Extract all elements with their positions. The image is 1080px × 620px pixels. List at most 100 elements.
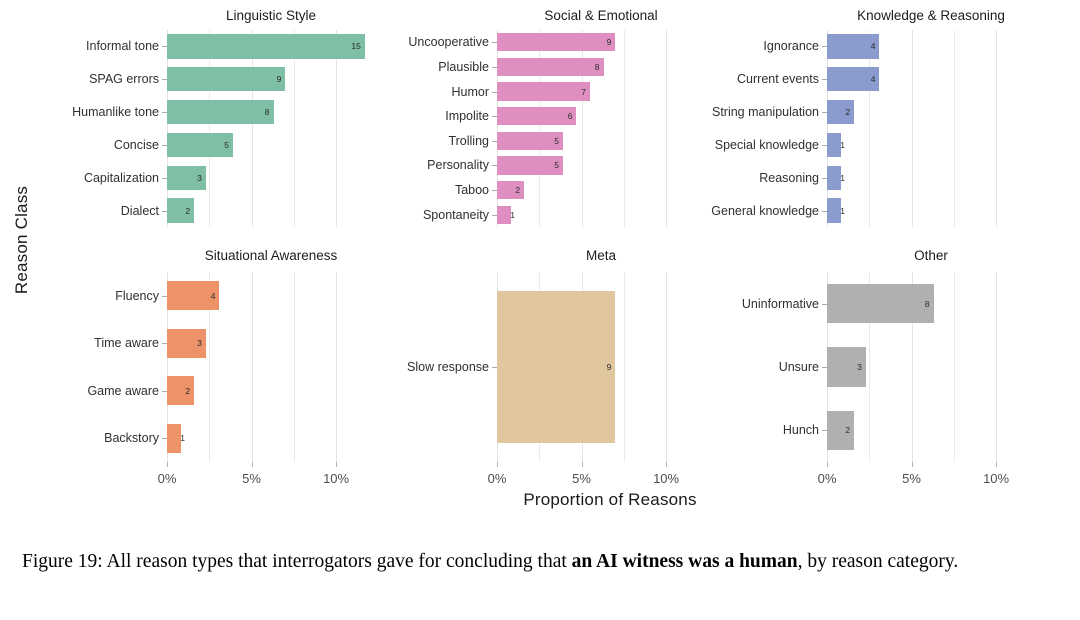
category-label: Impolite bbox=[445, 109, 489, 124]
x-tick-mark bbox=[911, 462, 913, 467]
category-label: Ignorance bbox=[763, 39, 819, 54]
bar-value-label: 2 bbox=[185, 205, 191, 216]
category-label: Fluency bbox=[115, 288, 159, 303]
category-label: Plausible bbox=[438, 59, 489, 74]
category-label: Hunch bbox=[782, 423, 819, 438]
x-tick-mark bbox=[666, 462, 668, 467]
bar-row bbox=[827, 284, 1035, 324]
bar-value-label: 1 bbox=[840, 139, 845, 150]
x-tick-label: 10% bbox=[983, 471, 1010, 486]
y-tick-mark bbox=[822, 144, 827, 146]
bar-value-label: 1 bbox=[180, 433, 185, 444]
panel-title: Situational Awareness bbox=[204, 248, 338, 263]
y-tick-mark bbox=[822, 210, 827, 212]
plot-area: 8 Uninformative 3 Unsure 2 Hunch 0% 5% 10% bbox=[742, 272, 1035, 486]
y-tick-mark bbox=[492, 140, 497, 142]
y-tick-mark bbox=[822, 46, 827, 48]
x-tick-label: 0% bbox=[487, 471, 507, 486]
category-label: Informal tone bbox=[86, 39, 159, 54]
category-label: Concise bbox=[113, 137, 159, 152]
y-tick-mark bbox=[822, 177, 827, 179]
panel-title: Knowledge & Reasoning bbox=[857, 8, 1005, 23]
caption-suffix: , by reason category. bbox=[797, 551, 959, 572]
bar-value-label: 2 bbox=[515, 185, 521, 196]
bar-value-label: 8 bbox=[924, 298, 930, 309]
caption-bold: an AI witness was a human bbox=[571, 551, 798, 572]
bar-row bbox=[827, 410, 1035, 450]
category-label: Current events bbox=[737, 72, 819, 87]
category-label: Uncooperative bbox=[408, 35, 489, 50]
bar-value-label: 1 bbox=[840, 172, 845, 183]
bar-value-label: 3 bbox=[197, 172, 202, 183]
bar-value-label: 7 bbox=[581, 86, 586, 97]
panel-title: Other bbox=[914, 248, 948, 263]
panel-title: Linguistic Style bbox=[225, 8, 317, 23]
plot-area: 4 Fluency 3 Time aware 2 Game aware 1 Backstory… bbox=[87, 272, 375, 486]
category-label: Dialect bbox=[120, 203, 159, 218]
bar-row bbox=[827, 99, 1035, 125]
category-label: Game aware bbox=[87, 383, 159, 398]
y-tick-mark bbox=[822, 79, 827, 81]
bar-value-label: 3 bbox=[197, 338, 202, 349]
category-label: Humor bbox=[451, 84, 489, 99]
plot-area: 9 Slow response 0% 5% 10% bbox=[407, 272, 705, 486]
figure-caption: Figure 19: All reason types that interro… bbox=[22, 548, 1070, 576]
bar-value-label: 1 bbox=[510, 209, 515, 220]
x-tick-label: 10% bbox=[653, 471, 680, 486]
bar-row bbox=[497, 156, 705, 175]
category-label: String manipulation bbox=[711, 105, 819, 120]
bar-value-label: 1 bbox=[840, 205, 845, 216]
y-tick-mark bbox=[162, 177, 167, 179]
bar-row bbox=[167, 132, 375, 158]
plot-area: 9 Uncooperative 8 Plausible 7 Humor 6 Impolite 5… bbox=[408, 30, 705, 227]
plot-area: 4 Ignorance 4 Current events 2 String manipul… bbox=[711, 30, 1035, 227]
bar-value-label: 9 bbox=[606, 37, 612, 48]
category-label: Spontaneity bbox=[422, 207, 489, 222]
y-tick-mark bbox=[162, 295, 167, 297]
y-tick-mark bbox=[822, 367, 827, 368]
bar-value-label: 8 bbox=[264, 107, 270, 118]
bar-value-label: 5 bbox=[554, 135, 559, 146]
x-tick-label: 5% bbox=[572, 471, 591, 486]
category-label: Uninformative bbox=[741, 296, 819, 311]
bar-row bbox=[497, 180, 705, 200]
bar-value-label: 9 bbox=[606, 362, 612, 372]
bar-row bbox=[497, 107, 705, 126]
y-tick-mark bbox=[492, 367, 497, 368]
x-tick-mark bbox=[581, 462, 583, 467]
category-label: General knowledge bbox=[711, 203, 819, 218]
figure-chart: Reason Class Proportion of Reasons Lingu… bbox=[0, 0, 1080, 540]
category-label: Time aware bbox=[94, 336, 159, 351]
y-tick-mark bbox=[492, 91, 497, 93]
y-tick-mark bbox=[822, 112, 827, 114]
bar-row bbox=[167, 99, 375, 125]
category-label: Reasoning bbox=[759, 170, 819, 185]
y-tick-mark bbox=[162, 112, 167, 114]
x-tick-label: 0% bbox=[817, 471, 837, 486]
bar-row bbox=[167, 423, 375, 453]
bar-value-label: 4 bbox=[210, 290, 216, 301]
panel-title: Social & Emotional bbox=[544, 8, 658, 23]
category-label: Personality bbox=[427, 158, 489, 173]
y-tick-mark bbox=[492, 165, 497, 167]
bar-row bbox=[827, 165, 1035, 190]
y-tick-mark bbox=[492, 116, 497, 118]
x-tick-mark bbox=[996, 462, 998, 467]
y-tick-mark bbox=[162, 390, 167, 392]
caption-prefix: Figure 19: All reason types that interro… bbox=[22, 551, 572, 572]
x-tick-label: 5% bbox=[902, 471, 921, 486]
x-axis-title: Proportion of Reasons bbox=[523, 490, 697, 509]
bar-informal-tone bbox=[167, 34, 365, 59]
bar-row bbox=[497, 57, 705, 77]
x-tick-mark bbox=[497, 462, 498, 467]
y-tick-mark bbox=[162, 46, 167, 48]
panel-title: Meta bbox=[585, 248, 616, 263]
x-tick-label: 0% bbox=[157, 471, 177, 486]
category-label: Unsure bbox=[778, 360, 819, 374]
y-tick-mark bbox=[822, 430, 827, 432]
category-label: Taboo bbox=[454, 183, 489, 198]
bar-value-label: 4 bbox=[870, 74, 876, 85]
x-tick-mark bbox=[336, 462, 338, 467]
bar-value-label: 4 bbox=[870, 41, 876, 52]
bar-value-label: 8 bbox=[594, 61, 600, 72]
